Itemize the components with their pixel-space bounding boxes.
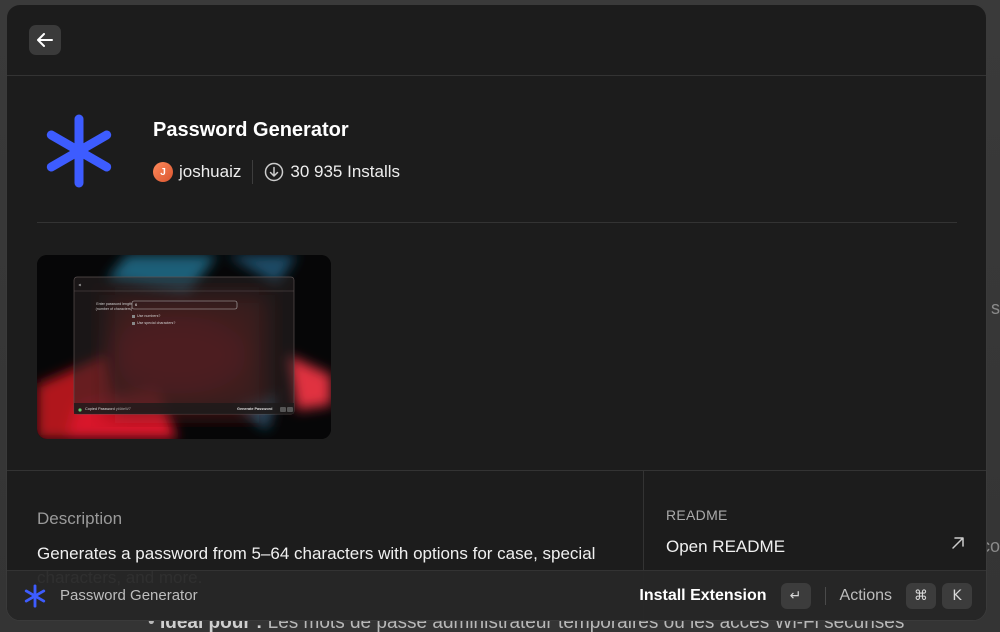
preview-toast: Copied Password yt4#eW7 bbox=[85, 407, 131, 411]
screenshot-image bbox=[37, 255, 331, 439]
extension-detail-window: Password Generator J joshuaiz 30 935 Ins… bbox=[6, 4, 987, 621]
preview-action: Generate Password bbox=[237, 407, 273, 411]
install-count: 30 935 Installs bbox=[290, 162, 401, 181]
preview-input-value: 6 bbox=[135, 302, 138, 307]
top-bar bbox=[7, 5, 986, 76]
k-key: K bbox=[942, 582, 972, 609]
download-icon bbox=[264, 162, 284, 182]
asterisk-icon bbox=[23, 583, 47, 608]
extension-icon bbox=[41, 113, 117, 194]
screenshot-thumbnail[interactable]: Enter password length (number of characte… bbox=[37, 255, 331, 439]
command-key-icon: ⌘ bbox=[906, 582, 936, 609]
preview-label-line: Enter password length bbox=[96, 302, 132, 306]
install-extension-button[interactable]: Install Extension bbox=[639, 587, 766, 605]
divider bbox=[37, 222, 957, 223]
background-text-fragment: s bbox=[991, 298, 1000, 318]
description-label: Description bbox=[37, 509, 123, 528]
preview-checkbox-label: Use numbers? bbox=[137, 314, 161, 318]
extension-title: Password Generator bbox=[153, 119, 349, 141]
actions-button[interactable]: Actions bbox=[840, 587, 892, 605]
open-readme-link[interactable]: Open README bbox=[666, 537, 785, 557]
preview-toast-text: Copied Password bbox=[85, 407, 115, 411]
asterisk-icon bbox=[46, 114, 112, 188]
action-bar: Password Generator Install Extension ↵ A… bbox=[7, 570, 986, 620]
readme-label: README bbox=[666, 507, 728, 523]
footer-actions: Install Extension ↵ Actions ⌘ K bbox=[639, 582, 972, 609]
enter-key-icon: ↵ bbox=[780, 582, 811, 609]
arrow-left-icon bbox=[37, 33, 53, 47]
extension-meta: J joshuaiz 30 935 Installs bbox=[153, 160, 400, 184]
preview-toast-value: yt4#eW7 bbox=[115, 407, 131, 411]
author-name[interactable]: joshuaiz bbox=[179, 162, 241, 182]
footer-title: Password Generator bbox=[60, 587, 198, 604]
preview-label-line: (number of characters) bbox=[95, 306, 132, 311]
external-link-icon[interactable] bbox=[950, 535, 966, 556]
divider bbox=[824, 586, 826, 605]
divider bbox=[252, 160, 254, 184]
back-button[interactable] bbox=[29, 25, 61, 55]
preview-checkbox-label: Use special characters? bbox=[137, 321, 176, 325]
avatar: J bbox=[153, 162, 173, 182]
preview-input-label: Enter password length (number of characte… bbox=[87, 302, 132, 311]
